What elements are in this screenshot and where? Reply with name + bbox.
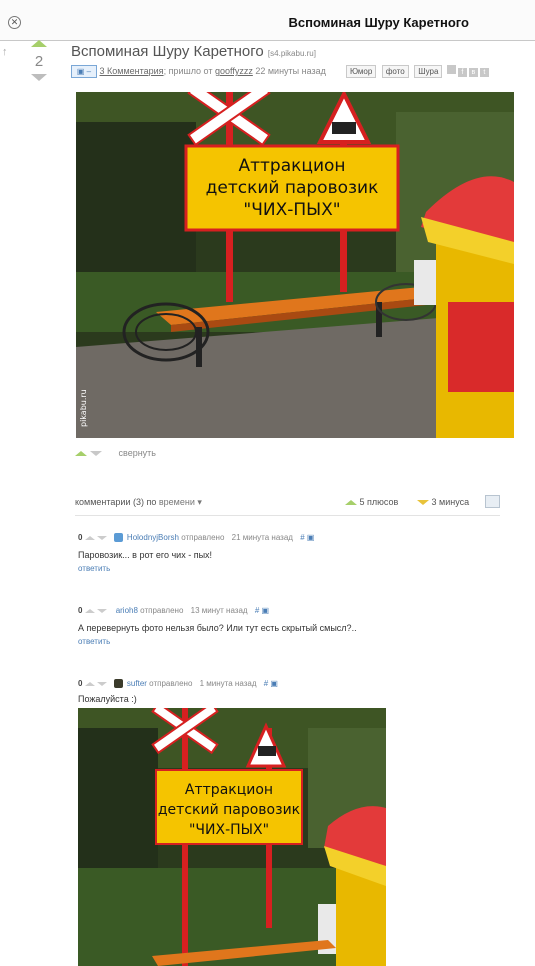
- tag-humor[interactable]: Юмор: [345, 65, 377, 78]
- twitter-icon[interactable]: t: [479, 68, 489, 77]
- comment-header: 0 sufter отправлено 1 минута назад # ▣: [78, 678, 498, 689]
- divider: [75, 515, 500, 516]
- author-link[interactable]: gooffyzzz: [215, 66, 253, 76]
- reply-link[interactable]: ответить: [78, 564, 498, 573]
- comment-image-line3: "ЧИХ-ПЫХ": [189, 822, 269, 838]
- post-score: 2: [34, 53, 44, 70]
- close-icon[interactable]: ✕: [8, 16, 21, 29]
- post-source[interactable]: [s4.pikabu.ru]: [268, 49, 316, 58]
- comment-image[interactable]: Аттракцион детский паровозик "ЧИХ-ПЫХ": [78, 708, 386, 966]
- plus-label: 5 плюсов: [359, 497, 399, 507]
- permalink-icon[interactable]: # ▣: [255, 606, 269, 615]
- comment-sent: отправлено: [181, 533, 225, 542]
- share-icons: fвt: [445, 65, 489, 77]
- comment-image-line1: Аттракцион: [185, 782, 273, 798]
- comment-upvote-icon[interactable]: [85, 681, 96, 686]
- comment-header: 0 HolodnyjBorsh отправлено 21 минута наз…: [78, 532, 498, 543]
- comment-sent: отправлено: [140, 606, 184, 615]
- sort-dropdown[interactable]: времени ▾: [159, 497, 202, 507]
- comment-time: 21 минута назад: [231, 533, 293, 542]
- image-sign-line2: детский паровозик: [206, 178, 379, 198]
- comment-score: 0: [78, 606, 83, 615]
- comment-1: 0 HolodnyjBorsh отправлено 21 минута наз…: [78, 532, 498, 573]
- tag-shura[interactable]: Шура: [414, 65, 443, 78]
- comments-header: комментарии (3) по времени ▾ 5 плюсов 3 …: [75, 495, 500, 508]
- minus-icon: [417, 500, 429, 506]
- camera-icon[interactable]: ▣ –: [71, 65, 97, 79]
- comment-time: 13 минут назад: [190, 606, 248, 615]
- permalink-icon[interactable]: # ▣: [300, 533, 314, 542]
- comment-score: 0: [78, 533, 83, 542]
- post-meta: ▣ – 3 Комментария; пришло от gooffyzzz 2…: [71, 65, 489, 79]
- post-title[interactable]: Вспоминая Шуру Каретного: [71, 43, 264, 60]
- comment-3: 0 sufter отправлено 1 минута назад # ▣ П…: [78, 678, 498, 704]
- posted-text: ; пришло от: [163, 66, 215, 76]
- reply-link[interactable]: ответить: [78, 637, 498, 646]
- permalink-icon[interactable]: # ▣: [264, 679, 278, 688]
- comment-score: 0: [78, 679, 83, 688]
- avatar: [113, 533, 123, 543]
- tag-photo[interactable]: фото: [381, 65, 409, 78]
- plus-icon: [345, 500, 357, 506]
- post-time: 22 минуты назад: [255, 66, 326, 76]
- save-icon[interactable]: [446, 65, 456, 74]
- comments-link[interactable]: 3 Комментария: [100, 66, 164, 76]
- comment-downvote-icon[interactable]: [97, 535, 108, 540]
- comment-downvote-icon[interactable]: [97, 608, 108, 613]
- comment-sent: отправлено: [149, 679, 193, 688]
- comment-text: Пожалуйста :): [78, 694, 137, 704]
- downvote-icon[interactable]: [31, 74, 47, 81]
- comment-image-line2: детский паровозик: [158, 802, 300, 818]
- comments-count-label: комментарии (3) по: [75, 497, 157, 507]
- post-title-row: Вспоминая Шуру Каретного [s4.pikabu.ru]: [71, 43, 316, 60]
- post-vote: 2: [30, 40, 48, 81]
- facebook-icon[interactable]: f: [457, 68, 467, 77]
- image-watermark: pikabu.ru: [79, 389, 88, 427]
- image-sign-line1: Аттракцион: [238, 156, 345, 176]
- comment-time: 1 минута назад: [199, 679, 257, 688]
- upvote-icon[interactable]: [31, 40, 47, 47]
- post-image[interactable]: Аттракцион детский паровозик "ЧИХ-ПЫХ" p…: [76, 92, 514, 438]
- comment-2: 0 arioh8 отправлено 13 минут назад # ▣ А…: [78, 605, 498, 646]
- comment-text: Паровозик... в рот его чих - пых!: [78, 550, 213, 560]
- comment-text: А перевернуть фото нельзя было? Или тут …: [78, 623, 357, 633]
- comment-upvote-icon[interactable]: [85, 608, 96, 613]
- downvote-small-icon[interactable]: [90, 451, 102, 457]
- avatar: [113, 679, 123, 689]
- comment-header: 0 arioh8 отправлено 13 минут назад # ▣: [78, 605, 498, 616]
- comment-upvote-icon[interactable]: [85, 535, 96, 540]
- window-titlebar: ✕ Вспоминая Шуру Каретного: [0, 0, 535, 41]
- vk-icon[interactable]: в: [468, 68, 478, 77]
- upvote-small-icon[interactable]: [75, 451, 87, 457]
- minus-label: 3 минуса: [431, 497, 470, 507]
- comment-user[interactable]: arioh8: [116, 606, 138, 615]
- window-title: Вспоминая Шуру Каретного: [288, 15, 469, 30]
- collapse-link[interactable]: свернуть: [119, 448, 156, 458]
- image-sign-line3: "ЧИХ-ПЫХ": [243, 200, 340, 220]
- minus-count[interactable]: 3 минуса: [417, 497, 469, 507]
- comment-downvote-icon[interactable]: [97, 681, 108, 686]
- comment-user[interactable]: HolodnyjBorsh: [127, 533, 179, 542]
- back-arrow-icon[interactable]: ↑: [2, 46, 8, 58]
- post-actions: свернуть: [75, 448, 156, 458]
- comment-user[interactable]: sufter: [127, 679, 147, 688]
- image-toggle-icon[interactable]: [485, 495, 500, 508]
- plus-count[interactable]: 5 плюсов: [345, 497, 398, 507]
